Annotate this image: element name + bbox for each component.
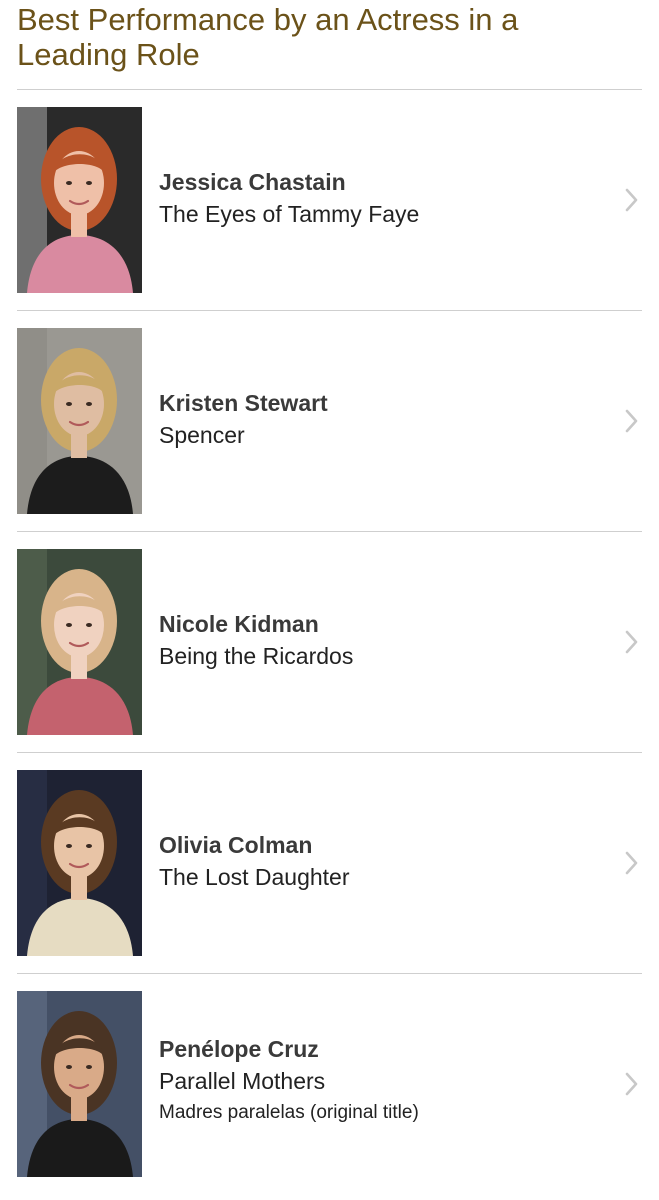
portrait-eye-right	[86, 402, 92, 406]
nominee-photo[interactable]	[17, 549, 142, 735]
nominee-text: Jessica Chastain The Eyes of Tammy Faye	[159, 167, 599, 231]
nominee-film-title: Spencer	[159, 422, 245, 448]
nominee-text: Kristen Stewart Spencer	[159, 388, 599, 452]
portrait-eye-left	[66, 844, 72, 848]
chevron-right-icon[interactable]	[624, 629, 640, 655]
chevron-right-icon[interactable]	[624, 408, 640, 434]
nominee-row[interactable]: Kristen Stewart Spencer	[0, 311, 659, 532]
nominee-name: Penélope Cruz	[159, 1036, 319, 1062]
nominee-film-title: Being the Ricardos	[159, 643, 354, 669]
portrait-eye-right	[86, 623, 92, 627]
portrait-eye-left	[66, 1065, 72, 1069]
nominee-photo[interactable]	[17, 107, 142, 293]
portrait-illustration	[17, 770, 142, 956]
category-title: Best Performance by an Actress in a Lead…	[17, 2, 519, 72]
nominee-row[interactable]: Jessica Chastain The Eyes of Tammy Faye	[0, 90, 659, 311]
nominee-photo[interactable]	[17, 328, 142, 514]
nominee-text: Penélope Cruz Parallel Mothers Madres pa…	[159, 1034, 599, 1128]
nominee-original-title: Madres paralelas (original title)	[159, 1102, 419, 1123]
nominee-name: Nicole Kidman	[159, 611, 319, 637]
chevron-right-icon[interactable]	[624, 850, 640, 876]
nominee-row[interactable]: Olivia Colman The Lost Daughter	[0, 753, 659, 974]
portrait-eye-right	[86, 1065, 92, 1069]
nominee-row[interactable]: Nicole Kidman Being the Ricardos	[0, 532, 659, 753]
portrait-eye-right	[86, 181, 92, 185]
portrait-illustration	[17, 107, 142, 293]
portrait-illustration	[17, 991, 142, 1177]
portrait-eye-left	[66, 402, 72, 406]
nominee-photo[interactable]	[17, 991, 142, 1177]
chevron-right-icon[interactable]	[624, 1071, 640, 1097]
portrait-illustration	[17, 328, 142, 514]
nominee-name: Jessica Chastain	[159, 169, 346, 195]
nominee-row[interactable]: Penélope Cruz Parallel Mothers Madres pa…	[0, 974, 659, 1195]
nominees-page: Best Performance by an Actress in a Lead…	[0, 0, 659, 1200]
chevron-right-icon[interactable]	[624, 187, 640, 213]
nominee-film-title: The Eyes of Tammy Faye	[159, 201, 420, 227]
nominee-film-title: The Lost Daughter	[159, 864, 350, 890]
portrait-illustration	[17, 549, 142, 735]
portrait-eye-left	[66, 181, 72, 185]
nominee-name: Olivia Colman	[159, 832, 313, 858]
nominee-text: Olivia Colman The Lost Daughter	[159, 830, 599, 894]
nominee-list: Jessica Chastain The Eyes of Tammy Faye …	[0, 90, 659, 1195]
nominee-name: Kristen Stewart	[159, 390, 328, 416]
portrait-eye-right	[86, 844, 92, 848]
nominee-text: Nicole Kidman Being the Ricardos	[159, 609, 599, 673]
portrait-eye-left	[66, 623, 72, 627]
nominee-film-title: Parallel Mothers	[159, 1068, 326, 1094]
nominee-photo[interactable]	[17, 770, 142, 956]
